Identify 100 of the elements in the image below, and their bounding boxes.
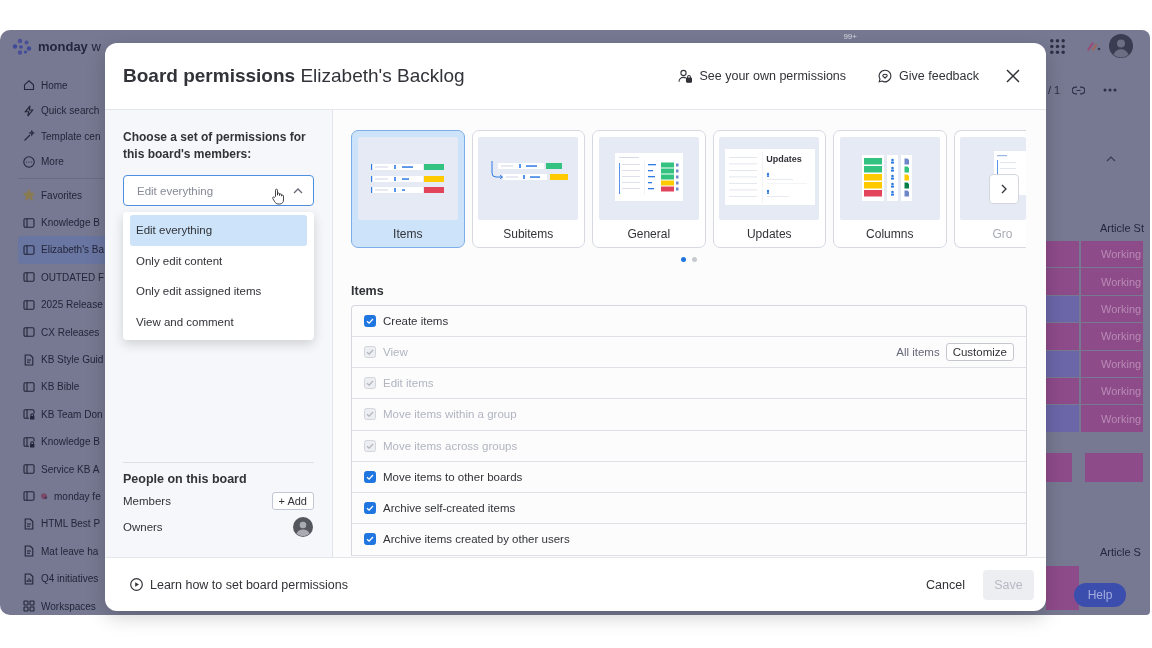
notification-count: 99+ <box>843 32 857 41</box>
column-header: Article St <box>1100 221 1144 234</box>
prompt-text: Choose a set of permissions for this board's members: <box>123 129 307 163</box>
chevron-up-icon[interactable] <box>1106 156 1116 162</box>
next-button[interactable] <box>989 173 1019 204</box>
home-icon <box>23 79 35 92</box>
dropdown-option[interactable]: View and comment <box>130 306 307 337</box>
sidebar-item[interactable]: KB Style Guid <box>18 345 105 374</box>
close-button[interactable] <box>1006 69 1020 83</box>
checkbox-label: Archive self-created items <box>383 502 516 515</box>
scope-label: All items <box>896 345 940 358</box>
feedback-button[interactable]: Give feedback <box>878 69 979 83</box>
sidebar-item[interactable]: OUTDATED F <box>18 263 105 292</box>
status-cell: Working <box>1081 268 1143 295</box>
board-icon <box>23 463 35 476</box>
checkbox[interactable] <box>364 533 376 546</box>
lightning-icon <box>23 104 35 117</box>
logo-text: monday w <box>38 38 101 54</box>
checkbox-label: Edit items <box>383 377 434 390</box>
checkbox[interactable] <box>364 314 376 327</box>
checkbox-label: Archive items created by other users <box>383 533 570 546</box>
panel-heading: Updates <box>766 153 802 164</box>
dropdown-option[interactable]: Edit everything <box>130 215 307 246</box>
checkbox-label: Move items within a group <box>383 408 517 421</box>
section-title: Items <box>351 283 385 298</box>
cancel-button[interactable]: Cancel <box>926 569 965 600</box>
category-card[interactable]: Subitems <box>471 129 585 248</box>
four-squares-icon <box>23 600 35 613</box>
emoji-icon <box>40 492 48 501</box>
link-icon[interactable] <box>1072 85 1086 95</box>
document-icon <box>23 545 35 558</box>
sidebar-item[interactable]: Knowledge B <box>18 428 105 456</box>
sidebar-item[interactable]: KB Bible <box>18 373 105 401</box>
sidebar-item[interactable]: CX Releases <box>18 318 105 346</box>
avatar-icon <box>293 517 313 537</box>
sidebar-item[interactable]: KB Team Don <box>18 400 105 428</box>
page-indicator: / 1 <box>1047 84 1061 96</box>
sidebar-item[interactable]: Home <box>18 72 105 98</box>
document-icon <box>23 353 35 366</box>
sidebar-item[interactable]: More <box>18 149 105 175</box>
user-lock-icon <box>678 69 693 83</box>
hand-cursor-icon <box>271 188 285 205</box>
table-cell <box>1046 452 1072 482</box>
category-card[interactable]: Updates Updates <box>712 129 826 248</box>
checkbox[interactable] <box>364 470 376 483</box>
dropdown-option[interactable]: Only edit assigned items <box>130 276 307 307</box>
sidebar-item[interactable]: monday fe <box>18 482 105 511</box>
more-icon <box>23 155 35 168</box>
sidebar-item[interactable]: Service KB A <box>18 455 105 483</box>
sidebar-item[interactable]: Elizabeth's Ba <box>18 236 105 264</box>
sidebar-item[interactable]: HTML Best P <box>18 510 105 538</box>
status-cell: Working <box>1081 350 1143 377</box>
carousel-dot[interactable] <box>692 256 697 262</box>
board-icon <box>23 243 35 256</box>
star-icon <box>23 189 35 202</box>
help-button[interactable]: Help <box>1074 583 1126 607</box>
sidebar-item[interactable]: 2025 Release <box>18 291 105 319</box>
checkbox[interactable] <box>364 502 376 515</box>
sidebar-item[interactable]: Workspaces <box>18 592 105 615</box>
learn-link[interactable]: Learn how to set board permissions <box>130 577 349 592</box>
category-card[interactable]: General <box>592 129 706 248</box>
status-cell: Working <box>1081 405 1143 432</box>
chevron-up-icon <box>293 187 303 194</box>
board-icon <box>23 298 35 311</box>
sidebar-item[interactable]: Q4 initiatives <box>18 564 105 593</box>
permissions-link[interactable]: See your own permissions <box>678 69 847 83</box>
checkbox-label: View <box>383 345 408 358</box>
dropdown-option[interactable]: Only edit content <box>130 245 307 276</box>
category-card[interactable]: Columns <box>833 129 947 248</box>
sidebar-item[interactable]: Knowledge B <box>18 208 105 237</box>
apps-grid-icon[interactable] <box>1050 38 1065 54</box>
board-icon <box>23 271 35 284</box>
owners-label: Owners <box>123 521 163 533</box>
logo-icon <box>12 37 32 55</box>
table-cell <box>1085 452 1143 482</box>
table-cell <box>1046 565 1079 610</box>
more-icon[interactable] <box>1103 88 1118 92</box>
magic-wand-icon <box>23 130 35 143</box>
speech-bubble-icon <box>878 69 893 83</box>
avatar-icon[interactable] <box>1109 34 1133 58</box>
status-cell: Working <box>1081 323 1143 350</box>
dialog-title: Board permissions Elizabeth's Backlog <box>123 65 465 87</box>
sidebar-item[interactable]: Quick search <box>18 98 105 124</box>
section-title: People on this board <box>123 471 248 488</box>
sidebar-item[interactable]: Favorites <box>18 181 105 209</box>
status-cell: Working <box>1081 377 1143 405</box>
column-header: Article S <box>1100 545 1141 558</box>
slash-marks-icon[interactable] <box>1087 41 1101 51</box>
carousel-dot[interactable] <box>681 256 686 262</box>
sidebar-item[interactable]: Mat leave ha <box>18 537 105 565</box>
checkbox-label: Create items <box>383 314 449 327</box>
checkbox-label: Move items across groups <box>383 439 518 452</box>
board-icon <box>23 216 35 229</box>
chart-document-icon <box>23 572 35 585</box>
category-card[interactable]: Gro <box>953 129 1026 248</box>
status-cell: Working <box>1081 295 1143 323</box>
category-card[interactable]: Items <box>351 129 465 248</box>
add-button[interactable]: + Add <box>271 492 314 510</box>
sidebar-item[interactable]: Template cen <box>18 123 105 149</box>
permission-set-select[interactable]: Edit everything <box>123 175 314 206</box>
